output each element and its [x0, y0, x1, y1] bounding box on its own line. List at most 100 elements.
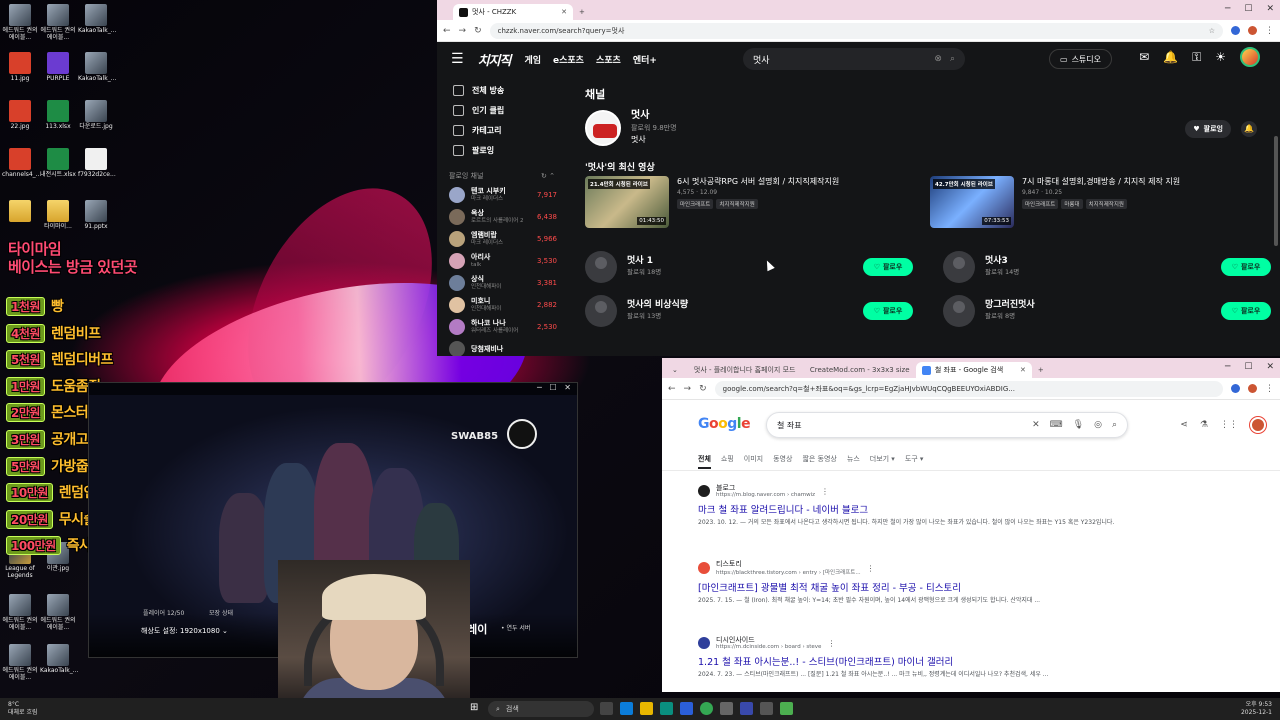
hamburger-icon[interactable]: ☰: [451, 51, 464, 67]
close-icon[interactable]: ✕: [1014, 366, 1026, 374]
lens-icon[interactable]: ◎: [1094, 420, 1102, 430]
filter-tab[interactable]: 전체: [698, 454, 711, 469]
chrome-icon[interactable]: [700, 702, 713, 715]
profile-icon[interactable]: [1248, 26, 1257, 35]
search-icon[interactable]: ⌕: [1112, 420, 1117, 430]
desktop-icon[interactable]: channels4_...: [2, 148, 41, 178]
windows-icon[interactable]: ⊞: [470, 702, 478, 713]
filter-tab[interactable]: 더보기 ▾: [870, 454, 895, 469]
new-tab-button[interactable]: +: [1032, 362, 1050, 378]
menu-icon[interactable]: ⋮: [1265, 26, 1274, 36]
clock[interactable]: 오후 9:53 2025-12-1: [1241, 701, 1272, 717]
filter-tab[interactable]: 이미지: [744, 454, 763, 469]
task-view-icon[interactable]: [600, 702, 613, 715]
apps-icon[interactable]: ⋮⋮: [1220, 420, 1238, 430]
desktop-icon[interactable]: 에드워드 권의 에이블...: [2, 594, 38, 631]
minimize-icon[interactable]: ─: [1225, 362, 1230, 372]
site-url[interactable]: https://m.dcinside.com › board › steve: [716, 644, 821, 650]
desktop-icon[interactable]: 22.jpg: [2, 100, 38, 130]
clear-icon[interactable]: ⊗: [934, 54, 942, 64]
avatar[interactable]: [1250, 417, 1266, 433]
search-input[interactable]: 철 좌표 ✕ ⌨ 🎙 ◎ ⌕: [766, 412, 1128, 438]
reload-icon[interactable]: ↻: [699, 384, 707, 394]
star-icon[interactable]: ☆: [1209, 27, 1215, 35]
browser-tab[interactable]: CreateMod.com - 3x3x3 size✕: [799, 362, 916, 378]
address-bar[interactable]: google.com/search?q=철+좌표&oq=&gs_lcrp=EgZ…: [714, 380, 1223, 397]
desktop-icon[interactable]: 타이마이...: [40, 200, 76, 230]
bell-icon[interactable]: 🔔: [1163, 50, 1178, 67]
menu-icon[interactable]: ⋮: [1265, 384, 1274, 394]
scrollbar[interactable]: [1274, 136, 1278, 246]
minimize-icon[interactable]: ─: [537, 383, 542, 392]
following-button[interactable]: ♥ 팔로잉: [1185, 120, 1231, 138]
result-title-link[interactable]: 1.21 철 좌표 아시는분..! - 스티브(마인크래프트) 마이너 갤러리: [698, 654, 1138, 668]
channel-result[interactable]: 멋사3 팔로워 14명 ♡ 팔로우: [943, 250, 1280, 284]
key-icon[interactable]: ⚿: [1192, 50, 1201, 67]
video-thumbnail[interactable]: 21.4만회 시청된 라이브 01:43:50: [585, 176, 669, 228]
video-card[interactable]: 21.4만회 시청된 라이브 01:43:50 6시 멋사공략RPG 서버 설명회 …: [585, 176, 930, 232]
weather-widget[interactable]: 8°C 대체로 흐림: [8, 701, 38, 717]
tab-search-button[interactable]: ⌄: [666, 362, 684, 378]
refresh-icon[interactable]: ↻ ⌃: [541, 172, 555, 180]
site-url[interactable]: https://blackthree.tistory.com › entry ›…: [716, 568, 861, 576]
close-icon[interactable]: ✕: [555, 8, 567, 16]
nav-item[interactable]: e스포츠: [553, 53, 584, 66]
follow-button[interactable]: ♡ 팔로우: [863, 302, 913, 320]
discord-icon[interactable]: [740, 702, 753, 715]
filter-tab[interactable]: 뉴스: [847, 454, 860, 469]
clear-icon[interactable]: ✕: [1032, 420, 1040, 430]
close-window-icon[interactable]: ✕: [1266, 4, 1274, 14]
site-name[interactable]: 블로그: [716, 484, 815, 492]
desktop-icon[interactable]: [2, 200, 38, 223]
edge-icon[interactable]: [660, 702, 673, 715]
more-icon[interactable]: ⋮: [821, 487, 829, 496]
sun-icon[interactable]: ☀: [1215, 50, 1226, 67]
desktop-icon[interactable]: 113.xlsx: [40, 100, 76, 130]
desktop-icon[interactable]: 에드워드 권의 에이블...: [2, 644, 38, 681]
follow-button[interactable]: ♡ 팔로우: [863, 258, 913, 276]
search-icon[interactable]: ⌕: [950, 54, 955, 64]
server-select[interactable]: • 연두 서버: [501, 623, 530, 632]
video-tag[interactable]: 치지직제작지원: [716, 199, 758, 209]
filter-tab[interactable]: 동영상: [773, 454, 792, 469]
maximize-icon[interactable]: ☐: [1244, 362, 1252, 372]
mic-icon[interactable]: 🎙: [1073, 420, 1084, 430]
chzzk-logo[interactable]: 치지직: [478, 50, 512, 69]
video-title[interactable]: 7시 마롱대 설명회,경매방송 / 치지직 제작 지원: [1022, 176, 1180, 187]
share-icon[interactable]: ⋖: [1180, 420, 1188, 430]
app-icon[interactable]: [720, 702, 733, 715]
flask-icon[interactable]: ⚗: [1200, 420, 1208, 430]
desktop-icon[interactable]: PURPLE: [40, 52, 76, 82]
result-title-link[interactable]: 마크 철 좌표 알려드립니다 - 네이버 블로그: [698, 502, 1138, 516]
following-channel[interactable]: 엠램비랍 마크 레이더스 5,966: [437, 228, 565, 250]
minecraft-icon[interactable]: [780, 702, 793, 715]
forward-icon[interactable]: →: [459, 26, 467, 36]
studio-button[interactable]: ▭ 스튜디오: [1049, 49, 1113, 69]
video-card[interactable]: 42.7만회 시청된 라이브 07:33:53 7시 마롱대 설명회,경매방송 / …: [930, 176, 1275, 232]
more-icon[interactable]: ⋮: [827, 639, 835, 648]
new-tab-button[interactable]: +: [573, 4, 591, 20]
maximize-icon[interactable]: ☐: [549, 383, 556, 392]
google-logo[interactable]: Google: [698, 416, 751, 432]
desktop-icon[interactable]: KakaoTalk_...: [78, 52, 116, 82]
file-explorer-icon[interactable]: [640, 702, 653, 715]
video-tag[interactable]: 치지직제작지원: [1085, 199, 1127, 209]
message-icon[interactable]: ✉: [1139, 50, 1149, 67]
back-icon[interactable]: ←: [443, 26, 451, 36]
main-channel[interactable]: 멋사 팔로워 9.8만명 멋사 ♥ 팔로잉 🔔: [585, 108, 1275, 148]
result-title-link[interactable]: [마인크래프트] 광물별 최적 채굴 높이 좌표 정리 - 부공 - 티스토리: [698, 580, 1138, 594]
minimize-icon[interactable]: ─: [1225, 4, 1230, 14]
site-name[interactable]: 디시인사이드: [716, 636, 821, 644]
follow-button[interactable]: ♡ 팔로우: [1221, 302, 1271, 320]
nav-item[interactable]: 게임: [524, 53, 541, 66]
follow-button[interactable]: ♡ 팔로우: [1221, 258, 1271, 276]
extension-icon[interactable]: [1231, 384, 1240, 393]
more-icon[interactable]: ⋮: [867, 564, 875, 573]
following-channel[interactable]: 미호니 인천대해파이 2,882: [437, 294, 565, 316]
following-channel[interactable]: 당첨재비나: [437, 338, 565, 356]
desktop-icon[interactable]: f7932d2ce...: [78, 148, 116, 178]
reload-icon[interactable]: ↻: [474, 26, 482, 36]
video-tag[interactable]: 마인크래프트: [1022, 199, 1059, 209]
filter-tab[interactable]: 쇼핑: [721, 454, 734, 469]
desktop-icon[interactable]: 에드워드 권의 에이블...: [2, 4, 38, 41]
